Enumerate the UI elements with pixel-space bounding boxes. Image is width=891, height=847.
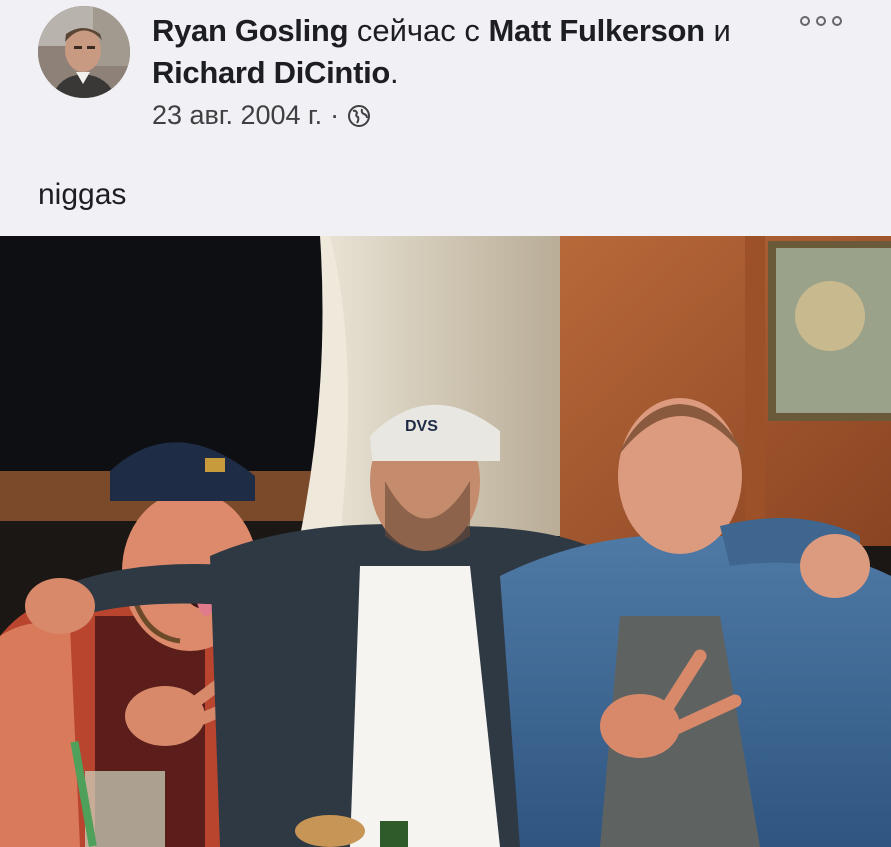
post-header: Ryan Gosling сейчас с Matt Fulkerson и R… xyxy=(0,0,891,236)
more-dot xyxy=(832,16,842,26)
period: . xyxy=(390,55,399,90)
more-dot xyxy=(816,16,826,26)
post-meta: 23 авг. 2004 г. · xyxy=(152,100,371,131)
meta-separator: · xyxy=(330,100,340,130)
tagged-person-2[interactable]: Richard DiCintio xyxy=(152,55,390,90)
and-text: и xyxy=(713,13,731,48)
more-dot xyxy=(800,16,810,26)
author-name[interactable]: Ryan Gosling xyxy=(152,13,349,48)
with-text: сейчас с xyxy=(356,13,480,48)
tagged-person-1[interactable]: Matt Fulkerson xyxy=(489,13,706,48)
facebook-post: Ryan Gosling сейчас с Matt Fulkerson и R… xyxy=(0,0,891,847)
more-options-icon[interactable] xyxy=(800,10,842,32)
post-photo[interactable]: DVS xyxy=(0,236,891,847)
author-avatar[interactable] xyxy=(38,6,130,98)
post-date[interactable]: 23 авг. 2004 г. xyxy=(152,100,322,131)
post-text: niggas xyxy=(38,178,127,211)
globe-icon[interactable] xyxy=(347,104,371,128)
cap-logo: DVS xyxy=(405,418,438,435)
photo-image: DVS xyxy=(0,236,891,847)
avatar-image xyxy=(38,6,130,98)
author-line: Ryan Gosling сейчас с Matt Fulkerson и R… xyxy=(152,10,792,94)
